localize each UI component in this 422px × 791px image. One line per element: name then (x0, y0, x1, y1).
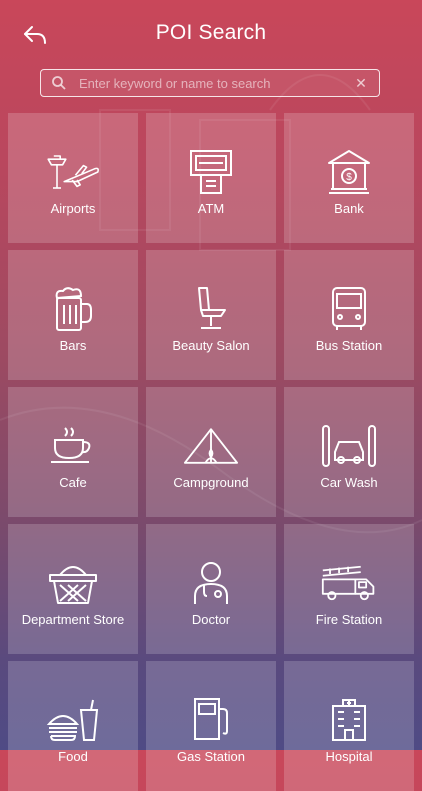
fire-truck-icon (321, 558, 377, 608)
category-label: Bars (59, 338, 87, 353)
bank-icon: $ (321, 147, 377, 197)
car-wash-icon (321, 421, 377, 471)
category-fire-station[interactable]: Fire Station (284, 524, 414, 654)
category-atm[interactable]: ATM (146, 113, 276, 243)
category-airports[interactable]: Airports (8, 113, 138, 243)
category-label: Cafe (59, 475, 87, 490)
doctor-icon (183, 558, 239, 608)
category-campground[interactable]: Campground (146, 387, 276, 517)
category-label: ATM (197, 201, 225, 216)
category-label: Gas Station (177, 749, 245, 764)
search-icon (51, 75, 67, 91)
category-label: Doctor (191, 612, 231, 627)
category-bus-station[interactable]: Bus Station (284, 250, 414, 380)
category-bars[interactable]: Bars (8, 250, 138, 380)
atm-icon (183, 147, 239, 197)
basket-icon (45, 558, 101, 608)
fast-food-icon (45, 695, 101, 745)
category-label: Beauty Salon (172, 338, 250, 353)
search-input[interactable] (77, 74, 351, 92)
category-grid: Airports ATM $ Bank Bars Beauty Salon Bu… (8, 113, 414, 791)
header-bar: POI Search (0, 0, 422, 66)
category-label: Department Store (21, 612, 125, 627)
category-label: Fire Station (315, 612, 383, 627)
hospital-icon (321, 695, 377, 745)
category-cafe[interactable]: Cafe (8, 387, 138, 517)
bus-icon (321, 284, 377, 334)
category-department-store[interactable]: Department Store (8, 524, 138, 654)
gas-pump-icon (183, 695, 239, 745)
category-label: Airports (50, 201, 96, 216)
category-food[interactable]: Food (8, 661, 138, 791)
category-label: Food (58, 749, 88, 764)
svg-text:$: $ (346, 172, 352, 183)
tent-icon (183, 421, 239, 471)
category-gas-station[interactable]: Gas Station (146, 661, 276, 791)
category-label: Car Wash (320, 475, 378, 490)
category-car-wash[interactable]: Car Wash (284, 387, 414, 517)
category-bank[interactable]: $ Bank (284, 113, 414, 243)
category-doctor[interactable]: Doctor (146, 524, 276, 654)
coffee-cup-icon (45, 421, 101, 471)
category-label: Hospital (325, 749, 373, 764)
category-hospital[interactable]: Hospital (284, 661, 414, 791)
page-title: POI Search (155, 21, 267, 44)
beer-mug-icon (45, 284, 101, 334)
salon-chair-icon (183, 284, 239, 334)
search-bar: ✕ (40, 69, 380, 97)
category-label: Bus Station (315, 338, 383, 353)
category-label: Campground (173, 475, 249, 490)
category-beauty-salon[interactable]: Beauty Salon (146, 250, 276, 380)
airport-icon (45, 147, 101, 197)
category-label: Bank (334, 201, 364, 216)
clear-icon[interactable]: ✕ (351, 75, 371, 92)
